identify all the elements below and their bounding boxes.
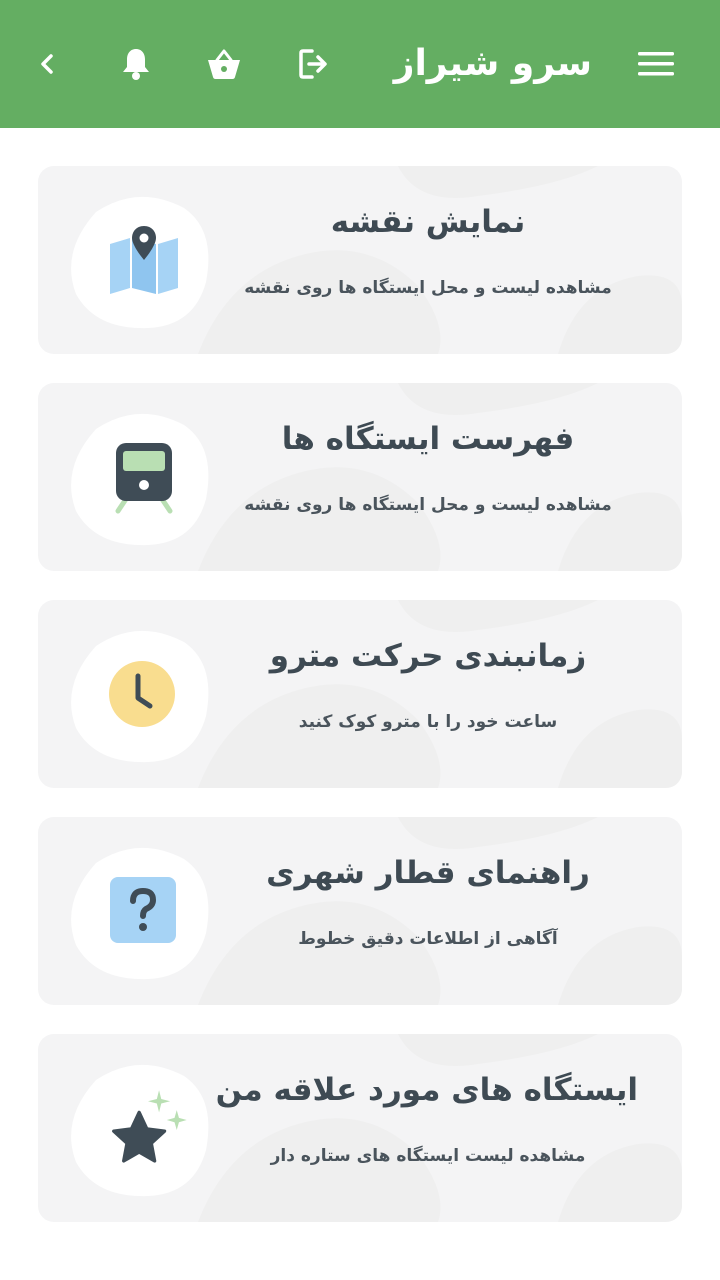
card-favorite-stations[interactable]: ایستگاه های مورد علاقه من مشاهده لیست ای…: [38, 1034, 682, 1222]
card-subtitle: مشاهده لیست و محل ایستگاه ها روی نقشه: [244, 495, 612, 515]
question-icon: [110, 877, 176, 943]
card-title: زمانبندی حرکت مترو: [269, 638, 587, 674]
card-subtitle: آگاهی از اطلاعات دقیق خطوط: [298, 929, 558, 949]
cart-button[interactable]: [202, 42, 246, 86]
train-icon: [115, 443, 173, 514]
card-station-list[interactable]: فهرست ایستگاه ها مشاهده لیست و محل ایستگ…: [38, 383, 682, 571]
app-title: سرو شیراز: [393, 43, 592, 84]
bell-icon: [123, 49, 149, 80]
card-title: نمایش نقشه: [330, 204, 526, 240]
back-button[interactable]: [26, 44, 70, 84]
card-title: فهرست ایستگاه ها: [281, 421, 575, 457]
clock-icon: [109, 661, 175, 727]
map-icon: [110, 226, 178, 294]
menu-cards: نمایش نقشه مشاهده لیست و محل ایستگاه ها …: [38, 166, 682, 1251]
logout-button[interactable]: [290, 42, 334, 86]
logout-icon: [299, 49, 327, 79]
card-subtitle: مشاهده لیست ایستگاه های ستاره دار: [270, 1146, 586, 1166]
card-title: ایستگاه های مورد علاقه من: [215, 1072, 638, 1108]
card-metro-guide[interactable]: راهنمای قطار شهری آگاهی از اطلاعات دقیق …: [38, 817, 682, 1005]
card-subtitle: مشاهده لیست و محل ایستگاه ها روی نقشه: [244, 278, 612, 298]
basket-icon: [208, 49, 240, 79]
card-metro-schedule[interactable]: زمانبندی حرکت مترو ساعت خود را با مترو ک…: [38, 600, 682, 788]
menu-button[interactable]: [632, 44, 680, 84]
card-show-map[interactable]: نمایش نقشه مشاهده لیست و محل ایستگاه ها …: [38, 166, 682, 354]
app-header: سرو شیراز: [0, 0, 720, 128]
chevron-left-icon: [41, 54, 53, 74]
star-icon: [112, 1090, 187, 1163]
card-subtitle: ساعت خود را با مترو کوک کنید: [298, 712, 558, 732]
menu-icon: [638, 52, 674, 76]
notifications-button[interactable]: [114, 42, 158, 86]
card-title: راهنمای قطار شهری: [266, 855, 590, 891]
